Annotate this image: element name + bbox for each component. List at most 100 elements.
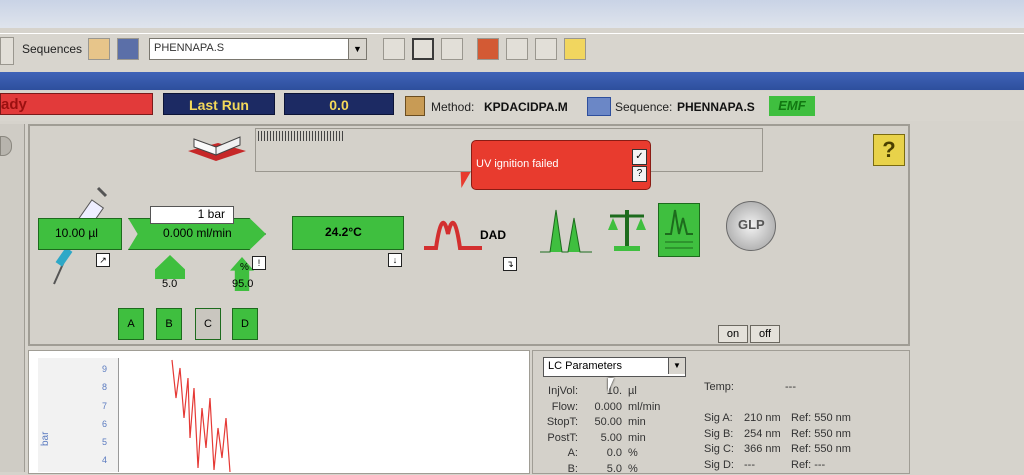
composition-d-value: 95.0 [232, 278, 254, 290]
signal-label: Sig A: [704, 412, 733, 424]
report-icon[interactable] [658, 203, 700, 257]
method-icon[interactable] [405, 96, 425, 116]
y-axis-line [118, 358, 119, 472]
right-panel [912, 124, 1024, 472]
parameters-select[interactable]: LC Parameters ▼ [543, 357, 686, 377]
alert-acknowledge-button[interactable]: ✓ [632, 149, 647, 165]
param-unit: min [628, 416, 646, 428]
pressure-display: 1 bar [150, 206, 234, 224]
pump-flow-value: 0.000 ml/min [163, 226, 232, 240]
open-folder-icon[interactable] [88, 38, 110, 60]
pump-info-button[interactable]: ! [252, 256, 266, 270]
detector-peaks-icon[interactable] [424, 204, 482, 252]
param-value: 5.00 [600, 431, 622, 444]
temp-value: --- [785, 381, 796, 393]
param-label: PostT: [547, 431, 578, 444]
status-indicator: ady [0, 93, 153, 115]
param-value: 5.0 [606, 462, 622, 475]
composition-b-value: 5.0 [162, 278, 178, 290]
param-value: 0.0 [606, 447, 622, 459]
y-tick-label: 8 [102, 382, 108, 392]
sequence-label: Sequence: [615, 100, 673, 114]
bottle-a[interactable]: A [118, 308, 144, 340]
param-value: 10. [606, 385, 622, 397]
bottle-c[interactable]: C [195, 308, 221, 340]
injector-detail-button[interactable]: ↗ [96, 253, 110, 267]
param-unit: µl [628, 385, 637, 397]
injector-volume-value: 10.00 µl [55, 226, 98, 240]
detector-detail-button[interactable]: ↴ [503, 257, 517, 271]
y-tick-label: 7 [102, 401, 108, 411]
param-value: 50.00 [594, 416, 622, 428]
alert-message: UV ignition failed [476, 158, 559, 170]
signal-label: Sig D: [704, 458, 734, 471]
signal-nm: 366 nm [744, 443, 781, 455]
sequence-select[interactable]: PHENNAPA.S ▼ [149, 38, 367, 60]
tools-icon[interactable] [535, 38, 557, 60]
temp-label: Temp: [704, 381, 734, 393]
signal-ref: Ref: 550 nm [791, 427, 851, 440]
chevron-down-icon[interactable]: ▼ [348, 39, 366, 59]
bottle-d[interactable]: D [232, 308, 258, 340]
left-panel-edge [0, 124, 25, 472]
chromatogram-icon[interactable] [536, 204, 594, 256]
sequence-value: PHENNAPA.S [677, 100, 755, 114]
sequence-table-icon[interactable] [383, 38, 405, 60]
y-tick-label: 4 [102, 455, 108, 465]
sequence-select-value: PHENNAPA.S [154, 42, 225, 54]
column-detail-button[interactable]: ↓ [388, 253, 402, 267]
progress-indicator [258, 131, 344, 141]
window-title-bar [0, 72, 1024, 90]
signal-ref: Ref: --- [791, 458, 826, 471]
composition-percent-symbol: % [240, 262, 249, 273]
signal-nm: 210 nm [744, 412, 781, 424]
sequence-params-icon[interactable] [412, 38, 434, 60]
help-button[interactable]: ? [873, 134, 905, 166]
injector-volume[interactable]: 10.00 µl [38, 218, 122, 250]
printer-icon[interactable] [506, 38, 528, 60]
param-value: 0.000 [594, 400, 622, 413]
emf-indicator[interactable]: EMF [769, 96, 815, 116]
book-icon[interactable] [477, 38, 499, 60]
settings-icon[interactable] [564, 38, 586, 60]
save-disk-icon[interactable] [117, 38, 139, 60]
param-label: Flow: [551, 400, 578, 413]
status-text: ady [1, 96, 27, 113]
sequence-output-icon[interactable] [441, 38, 463, 60]
sequences-label: Sequences [22, 42, 83, 56]
chevron-down-icon[interactable]: ▼ [668, 358, 685, 374]
detector-label: DAD [480, 228, 506, 242]
y-axis-label: bar [40, 431, 51, 446]
signal-label: Sig B: [704, 427, 734, 440]
toolbar-scroll-button[interactable] [0, 37, 14, 65]
on-button[interactable]: on [718, 325, 748, 343]
signal-ref: Ref: 550 nm [791, 412, 851, 424]
pressure-trace [171, 359, 231, 472]
param-unit: min [628, 431, 646, 444]
method-label: Method: [431, 100, 475, 114]
balance-icon[interactable] [606, 206, 648, 252]
param-unit: ml/min [628, 400, 661, 413]
glp-label: GLP [738, 217, 765, 232]
y-tick-label: 5 [102, 437, 108, 447]
bottle-b[interactable]: B [156, 308, 182, 340]
off-button[interactable]: off [750, 325, 780, 343]
column-temp-value: 24.2°C [325, 225, 362, 239]
glp-icon[interactable]: GLP [726, 201, 776, 251]
param-label: StopT: [546, 416, 578, 428]
param-unit: % [628, 447, 638, 459]
signal-label: Sig C: [704, 443, 734, 455]
signal-ref: Ref: 550 nm [791, 443, 851, 455]
mouse-cursor [608, 378, 614, 392]
sequence-icon[interactable] [587, 97, 611, 116]
alert-help-button[interactable]: ? [632, 166, 647, 182]
param-unit: % [628, 462, 638, 475]
signal-nm: 254 nm [744, 427, 781, 440]
param-label: InjVol: [548, 385, 578, 397]
y-tick-label: 6 [102, 419, 108, 429]
logbook-icon[interactable] [186, 131, 248, 163]
column-temperature[interactable]: 24.2°C [292, 216, 404, 250]
parameters-select-value: LC Parameters [548, 360, 622, 372]
param-label: A: [567, 447, 578, 459]
window-top-strip [0, 0, 1024, 28]
